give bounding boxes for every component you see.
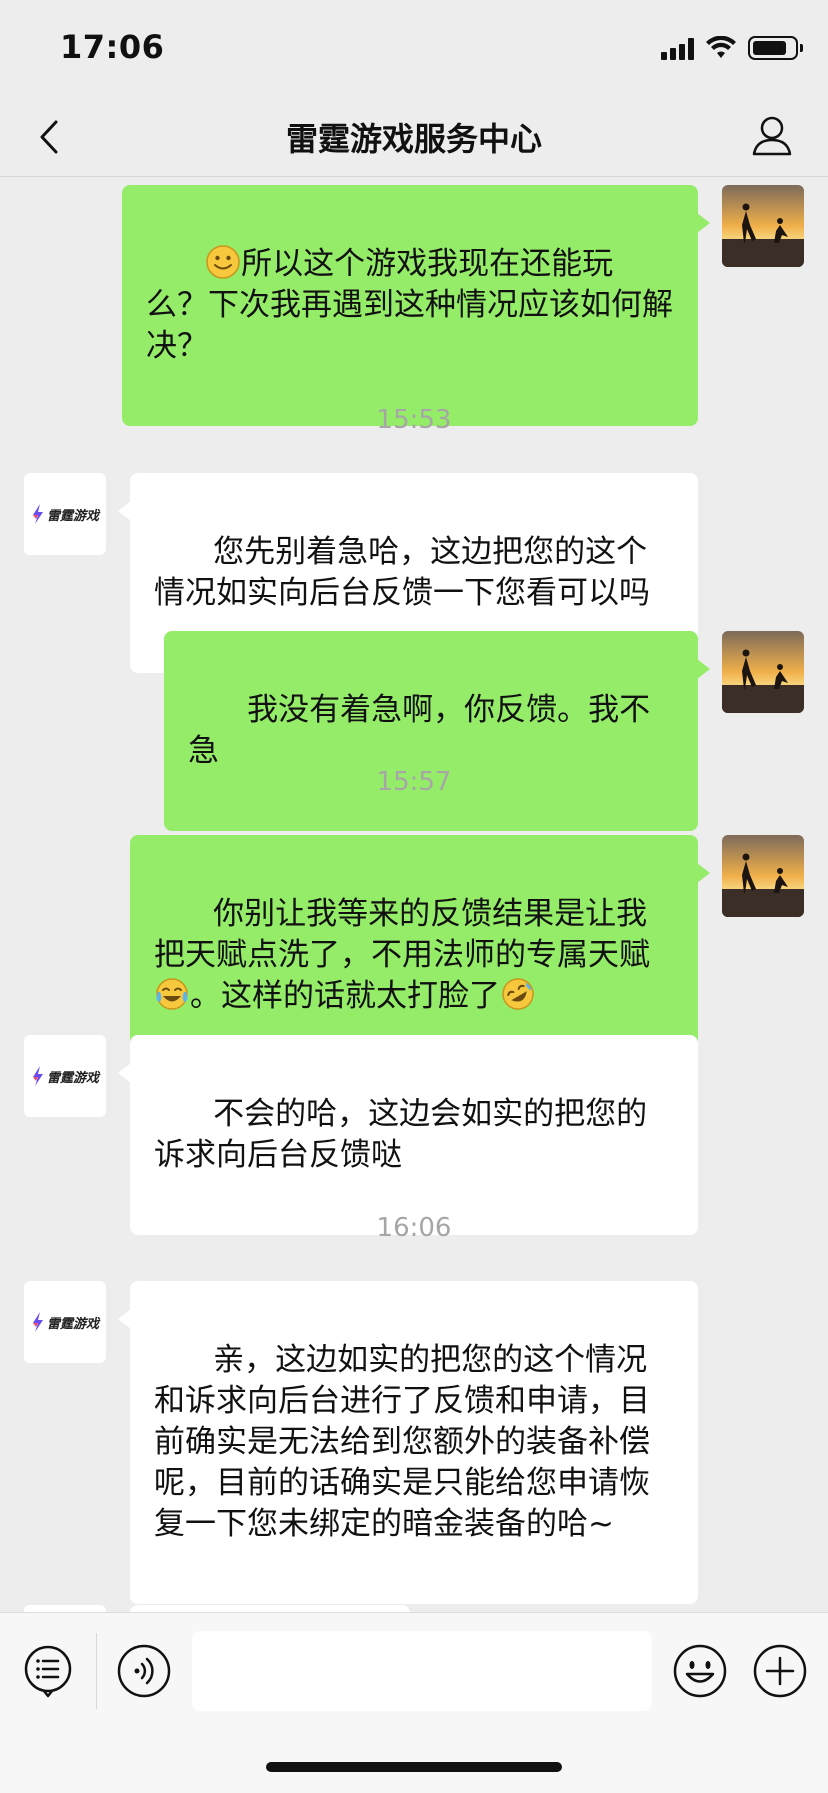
lightning-logo-icon [32, 504, 43, 524]
brand-name: 雷霆游戏 [46, 508, 99, 524]
lightning-logo-icon [32, 1066, 43, 1086]
service-avatar[interactable]: 雷霆游戏 [24, 1281, 106, 1363]
voice-icon [117, 1644, 171, 1698]
sunset-photo-icon [722, 631, 804, 713]
user-avatar[interactable] [722, 835, 804, 917]
message-input[interactable] [192, 1631, 652, 1711]
message-text: 我没有着急啊，你反馈。我不急 [188, 692, 651, 769]
chat-area[interactable]: 所以这个游戏我现在还能玩么？下次我再遇到这种情况应该如何解决？ 15:53 雷霆… [0, 177, 828, 1612]
tears-of-joy-icon [154, 976, 190, 1012]
message-timestamp: 15:53 [376, 405, 452, 435]
message-timestamp: 16:06 [376, 1213, 452, 1243]
message-text: 。这样的话就太打脸了 [190, 978, 500, 1014]
sunset-photo-icon [722, 835, 804, 917]
status-bar: 17:06 [0, 0, 828, 100]
signal-icon [661, 36, 694, 60]
status-time: 17:06 [60, 28, 165, 66]
user-avatar[interactable] [722, 631, 804, 713]
service-avatar[interactable]: 雷霆游戏 [24, 473, 106, 555]
emoji-button[interactable] [672, 1643, 728, 1699]
message-timestamp: 15:57 [376, 767, 452, 797]
brand-name: 雷霆游戏 [46, 1316, 99, 1332]
person-icon [752, 116, 792, 156]
message-text: 您先别着急哈，这边把您的这个情况如实向后台反馈一下您看可以吗 [154, 534, 650, 611]
lightning-logo-icon [32, 1312, 43, 1332]
brand-name: 雷霆游戏 [46, 1070, 99, 1086]
voice-button[interactable] [116, 1643, 172, 1699]
more-button[interactable] [752, 1643, 808, 1699]
menu-list-icon [24, 1645, 72, 1698]
plus-icon [753, 1644, 807, 1698]
brand-logo: 雷霆游戏 [31, 504, 99, 524]
message-bubble-outgoing[interactable]: 所以这个游戏我现在还能玩么？下次我再遇到这种情况应该如何解决？ [122, 185, 710, 426]
message-bubble-incoming[interactable]: 亲，这边如实的把您的这个情况和诉求向后台进行了反馈和申请，目前确实是无法给到您额… [118, 1281, 698, 1604]
message-text: 亲，这边如实的把您的这个情况和诉求向后台进行了反馈和申请，目前确实是无法给到您额… [154, 1342, 650, 1542]
nav-bar: 雷霆游戏服务中心 [0, 100, 828, 177]
battery-icon [748, 36, 803, 60]
menu-button[interactable] [20, 1643, 76, 1699]
emoji-icon [673, 1644, 727, 1698]
message-text: 你别让我等来的反馈结果是让我把天赋点洗了，不用法师的专属天赋 [154, 896, 650, 973]
divider [96, 1633, 97, 1709]
page-title: 雷霆游戏服务中心 [285, 120, 542, 158]
user-avatar[interactable] [722, 185, 804, 267]
status-icons [661, 34, 803, 62]
home-indicator [266, 1762, 562, 1772]
wifi-icon [706, 36, 736, 58]
service-avatar-partial [24, 1605, 106, 1612]
battery-level [753, 41, 787, 55]
sunset-photo-icon [722, 185, 804, 267]
smile-icon [205, 244, 241, 280]
brand-logo: 雷霆游戏 [31, 1312, 99, 1332]
service-avatar[interactable]: 雷霆游戏 [24, 1035, 106, 1117]
brand-logo: 雷霆游戏 [31, 1066, 99, 1086]
rolling-laughing-icon [500, 976, 536, 1012]
message-bubble-incoming[interactable]: 不会的哈，这边会如实的把您的诉求向后台反馈哒 [118, 1035, 698, 1235]
message-bubble-partial [130, 1605, 410, 1612]
profile-button[interactable] [744, 108, 800, 164]
message-bubble-outgoing[interactable]: 我没有着急啊，你反馈。我不急 [164, 631, 710, 831]
message-text: 不会的哈，这边会如实的把您的诉求向后台反馈哒 [154, 1096, 648, 1173]
